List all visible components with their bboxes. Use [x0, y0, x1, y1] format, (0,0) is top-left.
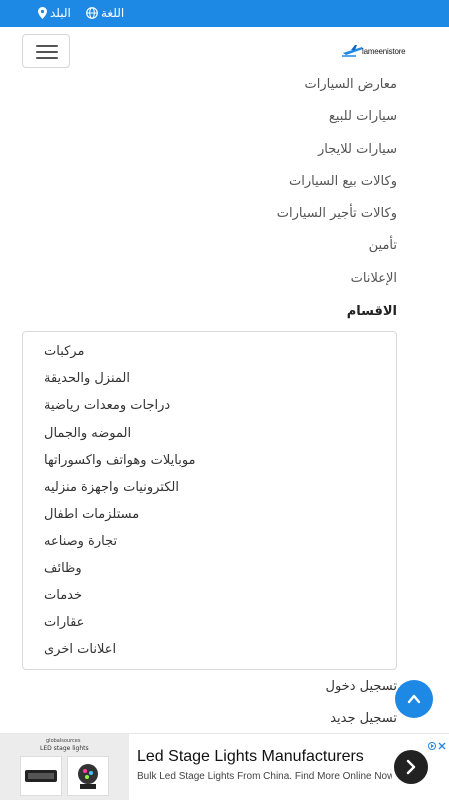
ad-description: Bulk Led Stage Lights From China. Find M… [137, 771, 392, 782]
hamburger-line [36, 45, 58, 47]
register-link[interactable]: تسجيل جديد [330, 711, 397, 726]
nav-link-car-sale-agencies[interactable]: وكالات بيع السيارات [289, 174, 397, 189]
category-item-other-ads[interactable]: اعلانات اخرى [44, 642, 116, 657]
category-item-jobs[interactable]: وظائف [44, 561, 82, 576]
nav-link-car-showrooms[interactable]: معارض السيارات [304, 77, 397, 92]
scroll-to-top-button[interactable] [395, 680, 433, 718]
category-item-home-garden[interactable]: المنزل والحديقة [44, 371, 130, 386]
category-item-bikes-sports[interactable]: دراجات ومعدات رياضية [44, 398, 170, 413]
category-item-mobiles[interactable]: موبايلات وهواتف واكسوراتها [44, 453, 196, 468]
category-item-services[interactable]: خدمات [44, 588, 82, 603]
site-logo[interactable]: lameenistore [342, 44, 416, 60]
category-item-kids[interactable]: مستلزمات اطفال [44, 507, 139, 522]
ad-image-source: globalsources [46, 738, 81, 744]
ad-open-button[interactable] [394, 750, 428, 784]
hamburger-line [36, 57, 58, 59]
ad-banner[interactable]: globalsources LED stage lights Led Stage… [0, 733, 449, 800]
globe-icon [86, 7, 98, 19]
nav-link-sections[interactable]: الاقسام [347, 304, 397, 319]
nav-link-cars-for-rent[interactable]: سيارات للايجار [318, 142, 397, 157]
location-pin-icon [38, 7, 47, 19]
disco-ball-product-image [67, 756, 109, 796]
nav-link-cars-for-sale[interactable]: سيارات للبيع [329, 109, 397, 124]
hamburger-line [36, 51, 58, 53]
chevron-right-icon [406, 759, 416, 775]
ad-choices-icon[interactable] [427, 736, 447, 750]
nav-link-car-rental-agencies[interactable]: وكالات تأجير السيارات [277, 206, 397, 221]
category-item-vehicles[interactable]: مركبات [44, 344, 84, 359]
country-label: البلد [50, 6, 71, 20]
top-bar: البلد اللغة [0, 0, 449, 27]
language-selector[interactable]: اللغة [86, 6, 124, 20]
nav-link-ads[interactable]: الإعلانات [351, 271, 397, 286]
menu-toggle-button[interactable] [22, 34, 70, 68]
login-link[interactable]: تسجيل دخول [326, 679, 398, 694]
logo-text: lameenistore [362, 47, 406, 56]
airplane-logo-icon [342, 45, 363, 57]
ad-image-caption: LED stage lights [40, 745, 89, 752]
ad-title[interactable]: Led Stage Lights Manufacturers [137, 748, 364, 766]
language-label: اللغة [101, 6, 125, 20]
categories-dropdown: مركبات المنزل والحديقة دراجات ومعدات ريا… [22, 331, 397, 670]
category-item-real-estate[interactable]: عقارات [44, 615, 84, 630]
category-item-electronics[interactable]: الكترونيات واجهزة منزليه [44, 480, 179, 495]
stage-light-product-image [20, 756, 62, 796]
category-item-fashion-beauty[interactable]: الموضه والجمال [44, 426, 131, 441]
nav-link-insurance[interactable]: تأمين [369, 238, 397, 253]
chevron-up-icon [407, 694, 421, 704]
category-item-trade-industry[interactable]: تجارة وصناعه [44, 534, 117, 549]
country-selector[interactable]: البلد [38, 6, 71, 20]
ad-image: globalsources LED stage lights [0, 734, 129, 800]
